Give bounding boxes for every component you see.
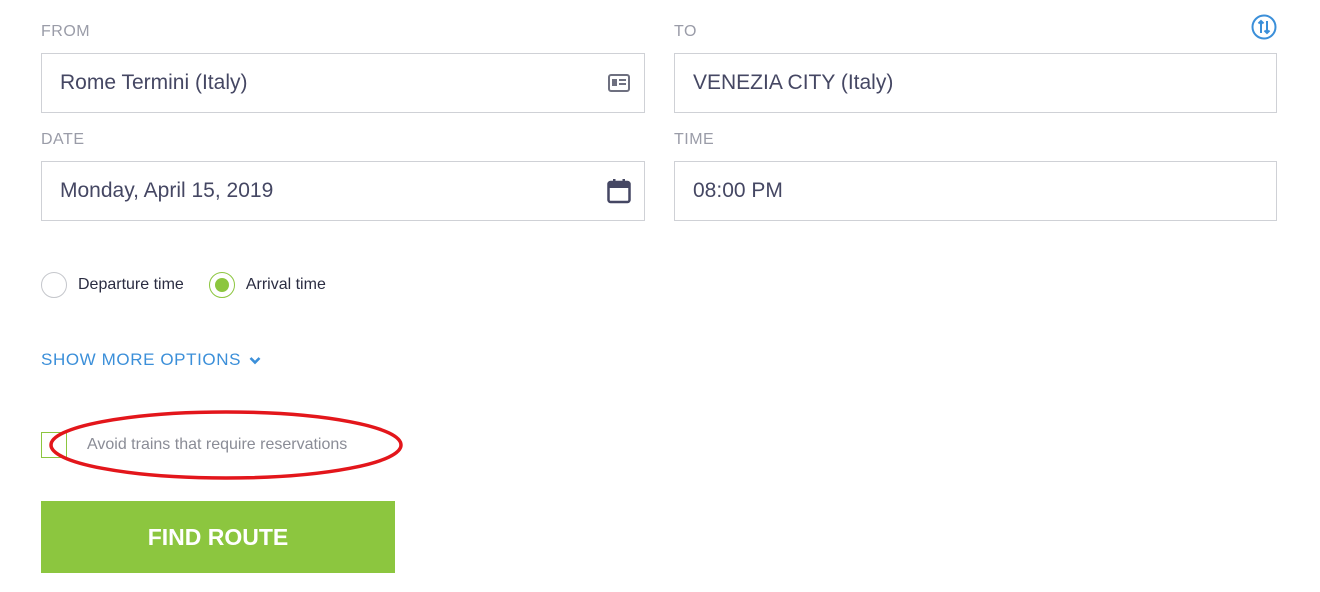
time-value: 08:00 PM: [693, 179, 783, 202]
avoid-reservations-row: Avoid trains that require reservations: [41, 432, 347, 458]
time-field[interactable]: 08:00 PM: [674, 161, 1277, 221]
route-search-form: FROM Rome Termini (Italy) TO VENEZIA CIT…: [0, 0, 1320, 592]
avoid-reservations-checkbox[interactable]: [41, 432, 67, 458]
date-value: Monday, April 15, 2019: [60, 179, 274, 202]
id-card-icon[interactable]: [606, 70, 632, 96]
radio-dot: [214, 278, 229, 292]
to-field[interactable]: VENEZIA CITY (Italy): [674, 53, 1277, 113]
from-label: FROM: [41, 23, 91, 40]
calendar-icon[interactable]: [606, 178, 632, 204]
to-value: VENEZIA CITY (Italy): [693, 71, 894, 94]
departure-time-radio[interactable]: Departure time: [41, 272, 184, 298]
departure-time-label: Departure time: [78, 276, 184, 293]
from-value: Rome Termini (Italy): [60, 71, 248, 94]
show-more-options-link[interactable]: SHOW MORE OPTIONS: [41, 350, 261, 370]
arrival-time-radio[interactable]: Arrival time: [208, 272, 326, 298]
date-field[interactable]: Monday, April 15, 2019: [41, 161, 645, 221]
swap-icon[interactable]: [1251, 14, 1277, 40]
find-route-button[interactable]: FIND ROUTE: [41, 501, 395, 573]
show-more-options-label: SHOW MORE OPTIONS: [41, 350, 242, 369]
radio-circle: [41, 272, 67, 298]
radio-circle-checked: [208, 272, 235, 298]
time-label: TIME: [674, 131, 715, 148]
time-mode-radio-group: Departure time Arrival time: [41, 272, 351, 298]
date-label: DATE: [41, 131, 85, 148]
chevron-down-icon: [249, 356, 261, 364]
to-label: TO: [674, 23, 697, 40]
avoid-reservations-label[interactable]: Avoid trains that require reservations: [87, 436, 347, 454]
arrival-time-label: Arrival time: [245, 276, 326, 293]
from-field[interactable]: Rome Termini (Italy): [41, 53, 645, 113]
